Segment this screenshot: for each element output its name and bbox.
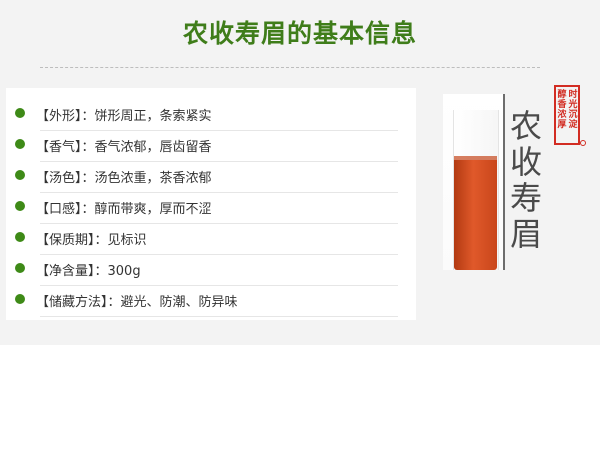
spec-text: 【储藏方法】：避光、防潮、防异味 <box>36 295 238 310</box>
spec-item-liquor-color: 【汤色】：汤色浓重，茶香浓郁 <box>6 162 416 193</box>
product-name-vertical: 农收寿眉 <box>509 107 542 253</box>
tea-liquor <box>454 160 497 270</box>
title-divider <box>40 67 540 68</box>
bullet-icon <box>15 170 25 180</box>
spec-text: 【汤色】：汤色浓重，茶香浓郁 <box>36 171 212 186</box>
spec-text: 【香气】：香气浓郁，唇齿留香 <box>36 140 212 155</box>
spec-item-appearance: 【外形】：饼形周正，条索紧实 <box>6 100 416 131</box>
bullet-icon <box>15 108 25 118</box>
spec-item-aroma: 【香气】：香气浓郁，唇齿留香 <box>6 131 416 162</box>
tea-glass-photo <box>443 94 504 270</box>
spec-item-shelf-life: 【保质期】：见标识 <box>6 224 416 255</box>
bullet-icon <box>15 139 25 149</box>
seal-text-right: 时光沉淀 <box>568 90 578 130</box>
red-seal-stamp: 时光沉淀 醇香浓厚 <box>554 85 580 145</box>
spec-card: 【外形】：饼形周正，条索紧实 【香气】：香气浓郁，唇齿留香 【汤色】：汤色浓重，… <box>6 88 416 320</box>
spec-item-taste: 【口感】：醇而带爽，厚而不涩 <box>6 193 416 224</box>
spec-text: 【口感】：醇而带爽，厚而不涩 <box>36 202 212 217</box>
bullet-icon <box>15 232 25 242</box>
bullet-icon <box>15 294 25 304</box>
vertical-divider <box>503 94 505 270</box>
seal-dot-icon <box>580 140 586 146</box>
seal-text-left: 醇香浓厚 <box>557 90 567 130</box>
bullet-icon <box>15 263 25 273</box>
bullet-icon <box>15 201 25 211</box>
spec-item-net-weight: 【净含量】：300g <box>6 255 416 286</box>
page-title: 农收寿眉的基本信息 <box>182 19 417 48</box>
spec-text: 【外形】：饼形周正，条索紧实 <box>36 109 212 124</box>
spec-text: 【净含量】：300g <box>36 264 141 279</box>
spec-text: 【保质期】：见标识 <box>36 233 147 248</box>
spec-item-storage: 【储藏方法】：避光、防潮、防异味 <box>6 286 416 317</box>
row-divider <box>40 316 398 317</box>
